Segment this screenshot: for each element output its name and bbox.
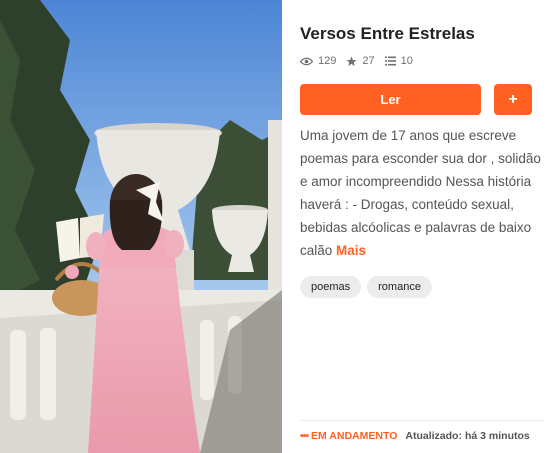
story-footer: ••• EM ANDAMENTO Atualizado: há 3 minuto… [300,430,530,442]
votes-count: 27 [362,55,375,67]
add-to-library-button[interactable]: + [494,84,532,115]
updated-label: Atualizado: [405,430,462,442]
tag-list: poemas romance [300,276,438,298]
cover-image[interactable] [0,0,282,453]
more-link[interactable]: Mais [336,243,366,258]
story-title[interactable]: Versos Entre Estrelas [300,24,475,44]
cover-illustration [0,0,282,453]
status-dots-icon: ••• [300,430,309,442]
list-icon [384,56,396,66]
story-stats: 129 27 10 [300,55,423,67]
parts-count: 10 [400,55,413,67]
read-button[interactable]: Ler [300,84,481,115]
updated-time: há 3 minutos [464,430,530,442]
story-info-panel: Versos Entre Estrelas 129 27 10 Ler + Um… [282,0,559,453]
story-card: Versos Entre Estrelas 129 27 10 Ler + Um… [0,0,559,453]
tag-chip[interactable]: romance [367,276,432,298]
reads-stat: 129 [300,55,336,67]
star-icon [346,55,357,66]
tag-chip[interactable]: poemas [300,276,362,298]
story-description: Uma jovem de 17 anos que escreve poemas … [300,124,546,262]
eye-icon [300,57,313,65]
footer-divider [300,420,544,421]
description-text: Uma jovem de 17 anos que escreve poemas … [300,128,541,258]
parts-stat: 10 [384,55,413,67]
reads-count: 129 [318,55,337,67]
votes-stat: 27 [346,55,375,67]
status-badge: EM ANDAMENTO [311,430,398,442]
